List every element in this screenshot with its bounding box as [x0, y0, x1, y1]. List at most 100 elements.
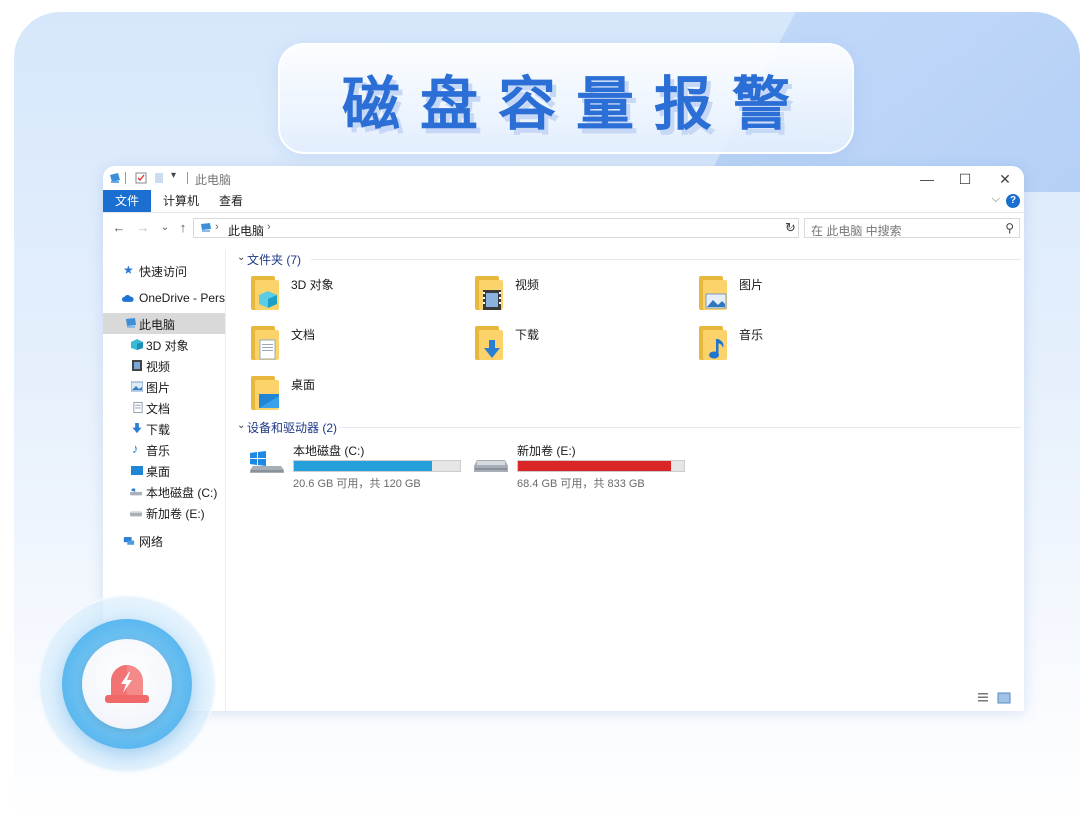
computer-icon [201, 223, 211, 232]
folder-downloads[interactable]: 下载 [457, 324, 657, 368]
sidebar-item-network[interactable]: 网络 [103, 530, 225, 551]
computer-icon [110, 173, 120, 183]
folder-music[interactable]: 音乐 [681, 324, 881, 368]
group-label: 设备和驱动器 (2) [247, 421, 338, 435]
sidebar-item-label: 音乐 [146, 444, 171, 458]
sidebar-item-drive-e[interactable]: 新加卷 (E:) [103, 502, 225, 523]
sidebar-item-music[interactable]: ♪ 音乐 [103, 439, 225, 460]
video-icon [132, 360, 142, 371]
sidebar-item-label: 网络 [139, 535, 164, 549]
drive-c[interactable]: 本地磁盘 (C:) 20.6 GB 可用，共 120 GB [235, 442, 461, 490]
help-icon[interactable]: ? [1006, 194, 1020, 208]
star-icon: ★ [123, 263, 134, 277]
sidebar-item-drive-c[interactable]: 本地磁盘 (C:) [103, 481, 225, 502]
maximize-icon: ☐ [958, 171, 972, 187]
recent-locations-icon[interactable]: ⌄ [157, 219, 173, 237]
sidebar-item-label: 此电脑 [139, 318, 176, 332]
tab-view[interactable]: 查看 [219, 190, 243, 212]
sidebar-item-label: 新加卷 (E:) [146, 507, 205, 521]
sidebar-item-quick-access[interactable]: ★ 快速访问 [103, 260, 225, 281]
folder-label: 下载 [515, 328, 540, 342]
folder-3d-objects[interactable]: 3D 对象 [233, 274, 433, 318]
tab-file[interactable]: 文件 [103, 190, 151, 212]
alarm-badge [82, 639, 172, 729]
forward-button[interactable]: → [135, 219, 151, 237]
address-bar[interactable]: › 此电脑 › ⌵ [193, 218, 799, 238]
separator [187, 172, 188, 184]
folder-label: 视频 [515, 278, 540, 292]
folder-pictures[interactable]: 图片 [681, 274, 881, 318]
desktop-icon [131, 466, 143, 475]
download-icon [132, 423, 142, 434]
folder-icon [699, 274, 727, 310]
drive-icon [130, 511, 142, 517]
folders-group-header[interactable]: ⌄ 文件夹 (7) [231, 251, 431, 269]
large-icons-view-icon [997, 692, 1011, 704]
folder-videos[interactable]: 视频 [457, 274, 657, 318]
chevron-right-icon[interactable]: › [215, 221, 219, 233]
quick-access-dropdown-icon[interactable]: ▾ [171, 170, 176, 181]
folder-icon [699, 324, 727, 360]
folder-documents[interactable]: 文档 [233, 324, 433, 368]
folder-label: 文档 [291, 328, 316, 342]
breadcrumb[interactable]: 此电脑 [228, 222, 264, 239]
folder-label: 3D 对象 [291, 278, 334, 292]
sidebar-item-pictures[interactable]: 图片 [103, 376, 225, 397]
expand-ribbon-icon[interactable]: ⌵ [992, 193, 1000, 206]
new-folder-icon[interactable] [153, 172, 165, 184]
sidebar-item-onedrive[interactable]: OneDrive - Personal [103, 288, 225, 309]
search-placeholder: 在 此电脑 中搜索 [811, 224, 902, 238]
properties-icon[interactable] [135, 172, 147, 184]
sidebar-item-label: 本地磁盘 (C:) [146, 486, 218, 500]
drives-group-header[interactable]: ⌄ 设备和驱动器 (2) [231, 419, 431, 437]
drive-e[interactable]: 新加卷 (E:) 68.4 GB 可用，共 833 GB [459, 442, 685, 490]
download-icon [484, 340, 500, 358]
drive-usage-fill [294, 461, 432, 471]
sidebar-item-label: 视频 [146, 360, 171, 374]
folder-label: 桌面 [291, 378, 316, 392]
drive-usage-bar [293, 460, 461, 472]
folder-icon [251, 324, 279, 360]
minimize-button[interactable]: — [910, 169, 944, 189]
sidebar-item-label: 桌面 [146, 465, 171, 479]
search-input[interactable]: 在 此电脑 中搜索 ⚲ [804, 218, 1020, 238]
up-button[interactable]: ↑ [175, 219, 191, 237]
sidebar-item-videos[interactable]: 视频 [103, 355, 225, 376]
drive-usage-bar [517, 460, 685, 472]
cloud-icon [122, 295, 134, 302]
drive-usage-fill [518, 461, 671, 471]
sidebar-item-label: 3D 对象 [146, 339, 189, 353]
windows-drive-icon [250, 451, 284, 473]
group-label: 文件夹 (7) [247, 253, 302, 267]
cube-icon [131, 339, 143, 350]
cube-icon [259, 291, 277, 308]
minimize-icon: — [920, 171, 934, 187]
maximize-button[interactable]: ☐ [948, 169, 982, 189]
title-banner: 磁盘容量报警 [278, 43, 854, 154]
drive-icon [130, 488, 142, 496]
folder-label: 音乐 [739, 328, 764, 342]
explorer-window: ▾ 此电脑 — ☐ ✕ 文件 计算机 查看 ⌵ ? ← → ⌄ ↑ › 此电脑 … [103, 166, 1024, 711]
sidebar-item-label: 下载 [146, 423, 171, 437]
sidebar-item-label: 快速访问 [139, 265, 188, 279]
content-pane: ⌄ 文件夹 (7) 3D 对象 视频 图片 文档 下载 音乐 桌面 ⌄ 设备和驱… [231, 250, 1024, 711]
sidebar-item-desktop[interactable]: 桌面 [103, 460, 225, 481]
folder-icon [251, 374, 279, 410]
refresh-icon[interactable]: ↻ [785, 220, 796, 236]
sidebar-item-this-pc[interactable]: 此电脑 [103, 313, 225, 334]
folder-desktop[interactable]: 桌面 [233, 374, 433, 418]
search-icon: ⚲ [1005, 221, 1014, 235]
view-toggle[interactable] [976, 691, 1016, 705]
title-bar: ▾ 此电脑 — ☐ ✕ [103, 166, 1024, 190]
sidebar-item-downloads[interactable]: 下载 [103, 418, 225, 439]
tab-computer[interactable]: 计算机 [163, 190, 199, 212]
back-button[interactable]: ← [111, 219, 127, 237]
folder-icon [475, 274, 503, 310]
picture-icon [705, 293, 727, 309]
sidebar-item-3d-objects[interactable]: 3D 对象 [103, 334, 225, 355]
chevron-down-icon: ⌄ [237, 252, 246, 263]
chevron-right-icon[interactable]: › [267, 221, 271, 233]
sidebar-item-documents[interactable]: 文档 [103, 397, 225, 418]
drive-icon [474, 460, 508, 472]
close-button[interactable]: ✕ [988, 169, 1022, 189]
